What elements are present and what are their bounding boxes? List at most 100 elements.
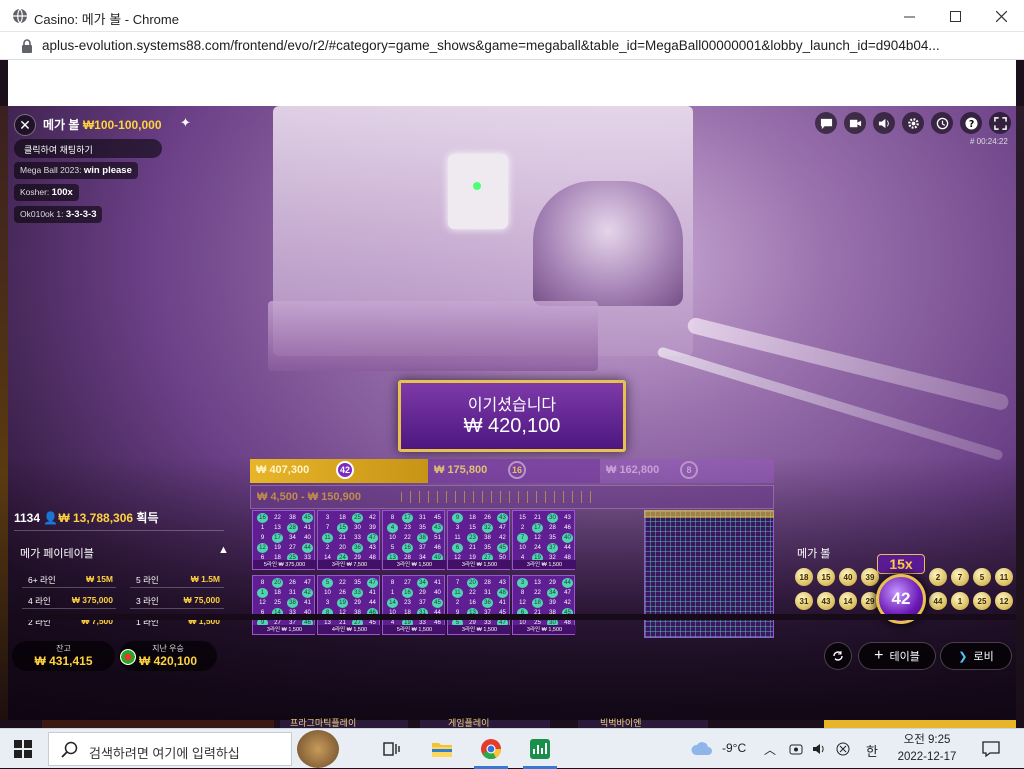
chevron-up-icon[interactable]: ︿ — [764, 741, 776, 758]
settings-button[interactable] — [902, 112, 924, 134]
card-number: 45 — [434, 515, 441, 521]
card-number: 1 — [260, 525, 265, 531]
meet-icon[interactable] — [789, 742, 803, 756]
card-number: 42 — [302, 588, 313, 598]
lobby-label: 로비 — [973, 651, 994, 663]
card-number: 4 — [387, 523, 398, 533]
paytable-value: ₩ 375,000 — [71, 595, 113, 605]
maximize-icon — [949, 10, 961, 22]
card-number: 37 — [547, 543, 558, 553]
weather-temp[interactable]: -9°C — [722, 741, 746, 755]
card-prize: 3라인 ₩ 1,500 — [383, 560, 446, 569]
promo-tab[interactable]: 게임플레이 — [420, 718, 550, 728]
card-number: 16 — [402, 543, 413, 553]
card-number: 47 — [564, 590, 571, 596]
tier-amount: ₩ 407,300 — [256, 464, 310, 476]
divider — [22, 587, 116, 588]
history-button[interactable] — [931, 112, 953, 134]
minimize-button[interactable] — [886, 0, 932, 32]
chat-button[interactable] — [815, 112, 837, 134]
card-number: 17 — [272, 533, 283, 543]
card-number: 38 — [287, 598, 298, 608]
card-number: 47 — [367, 578, 378, 588]
paytable-title: 메가 페이테이블 — [20, 548, 94, 560]
chevron-up-icon[interactable]: ▲ — [218, 544, 229, 556]
bingo-card: 3 18 25 42 7 15 30 39 11 21 33 47 2 20 36 43 14 24 29 48 3라인… — [317, 510, 381, 570]
repeat-button[interactable] — [824, 642, 852, 670]
taskbar-search[interactable]: 검색하려면 여기에 입력하십 — [48, 732, 292, 766]
chat-user: Mega Ball 2023: — [20, 165, 82, 175]
chat-toggle[interactable]: 클릭하여 채팅하기 — [14, 139, 162, 158]
card-number: 12 — [519, 600, 526, 606]
card-number: 21 — [469, 545, 476, 551]
card-number: 13 — [534, 580, 541, 586]
game-title: 메가 볼 ₩100-100,000 — [43, 116, 162, 133]
news-widget-icon[interactable] — [297, 730, 339, 768]
paytable-value: ₩ 1.5M — [190, 574, 220, 584]
card-number: 20 — [467, 578, 478, 588]
card-number: 8 — [260, 580, 265, 586]
card-number: 26 — [289, 580, 296, 586]
drawn-ball: 25 — [973, 592, 991, 610]
card-number: 33 — [352, 588, 363, 598]
lock-icon — [22, 39, 32, 53]
window-titlebar: Casino: 메가 볼 - Chrome — [0, 0, 1024, 32]
bet-limits: ₩100-100,000 — [82, 118, 162, 132]
card-number: 47 — [367, 533, 378, 543]
card-number: 14 — [387, 598, 398, 608]
card-number: 11 — [322, 533, 333, 543]
video-button[interactable] — [844, 112, 866, 134]
sound-button[interactable] — [873, 112, 895, 134]
ball-rail — [686, 316, 1011, 412]
card-number: 44 — [562, 578, 573, 588]
ime-indicator[interactable]: 한 — [866, 741, 878, 760]
card-number: 37 — [419, 545, 426, 551]
card-number: 28 — [287, 523, 298, 533]
card-prize: 5라인 ₩ 1,500 — [383, 625, 446, 634]
card-number: 1 — [390, 590, 395, 596]
bingo-card: 3 13 29 44 8 22 34 47 12 18 39 42 6 21 38 45 10 25 30 48 3라인… — [512, 575, 576, 635]
promo-tab[interactable]: 빅벅바이엔 — [578, 718, 708, 728]
maximize-button[interactable] — [932, 0, 978, 32]
close-window-button[interactable] — [978, 0, 1024, 32]
card-number: 10 — [519, 545, 526, 551]
volume-icon[interactable] — [812, 742, 826, 756]
lobby-button[interactable]: ❯ 로비 — [940, 642, 1012, 670]
file-explorer-icon[interactable] — [428, 735, 456, 763]
help-button[interactable]: ? — [960, 112, 982, 134]
card-number: 15 — [337, 523, 348, 533]
weather-cloud-icon[interactable] — [690, 741, 714, 756]
card-number: 8 — [390, 580, 395, 586]
network-disconnected-icon[interactable] — [836, 742, 850, 756]
card-number: 22 — [404, 535, 411, 541]
clock[interactable]: 오전 9:25 2022-12-17 — [892, 732, 962, 766]
plus-icon: + — [874, 647, 884, 664]
card-number: 25 — [352, 513, 363, 523]
machine-sensor — [448, 154, 508, 229]
tier-ball: 42 — [336, 461, 354, 479]
divider — [130, 608, 224, 609]
windows-start-icon[interactable] — [14, 740, 32, 758]
clock-date: 2022-12-17 — [897, 751, 957, 763]
paytable-value: ₩ 15M — [86, 574, 113, 584]
card-number: 20 — [339, 545, 346, 551]
notification-icon[interactable] — [982, 740, 1000, 758]
tier-ball: 16 — [508, 461, 526, 479]
promo-strip — [42, 720, 274, 728]
chat-message: Ok010ok 1: 3-3-3-3 — [14, 206, 103, 223]
promo-tab[interactable]: 프라그마틱플레이 — [280, 718, 408, 728]
card-number: 35 — [419, 525, 426, 531]
task-view-icon[interactable] — [378, 735, 406, 763]
card-number: 16 — [257, 513, 268, 523]
chrome-icon[interactable] — [477, 735, 505, 763]
stocks-app-icon[interactable] — [526, 735, 554, 763]
address-bar[interactable]: aplus-evolution.systems88.com/frontend/e… — [0, 32, 1024, 60]
drawn-ball: 15 — [817, 568, 835, 586]
fullscreen-button[interactable] — [989, 112, 1011, 134]
close-game-button[interactable]: ✕ — [14, 114, 36, 136]
total-won: ₩ 13,788,306 — [58, 511, 134, 525]
card-number: 38 — [289, 515, 296, 521]
table-button[interactable]: + 테이블 — [858, 642, 936, 670]
taskbar: 검색하려면 여기에 입력하십 -9°C ︿ 한 오전 9:25 2022-12-… — [0, 728, 1024, 769]
card-number: 7 — [455, 580, 460, 586]
